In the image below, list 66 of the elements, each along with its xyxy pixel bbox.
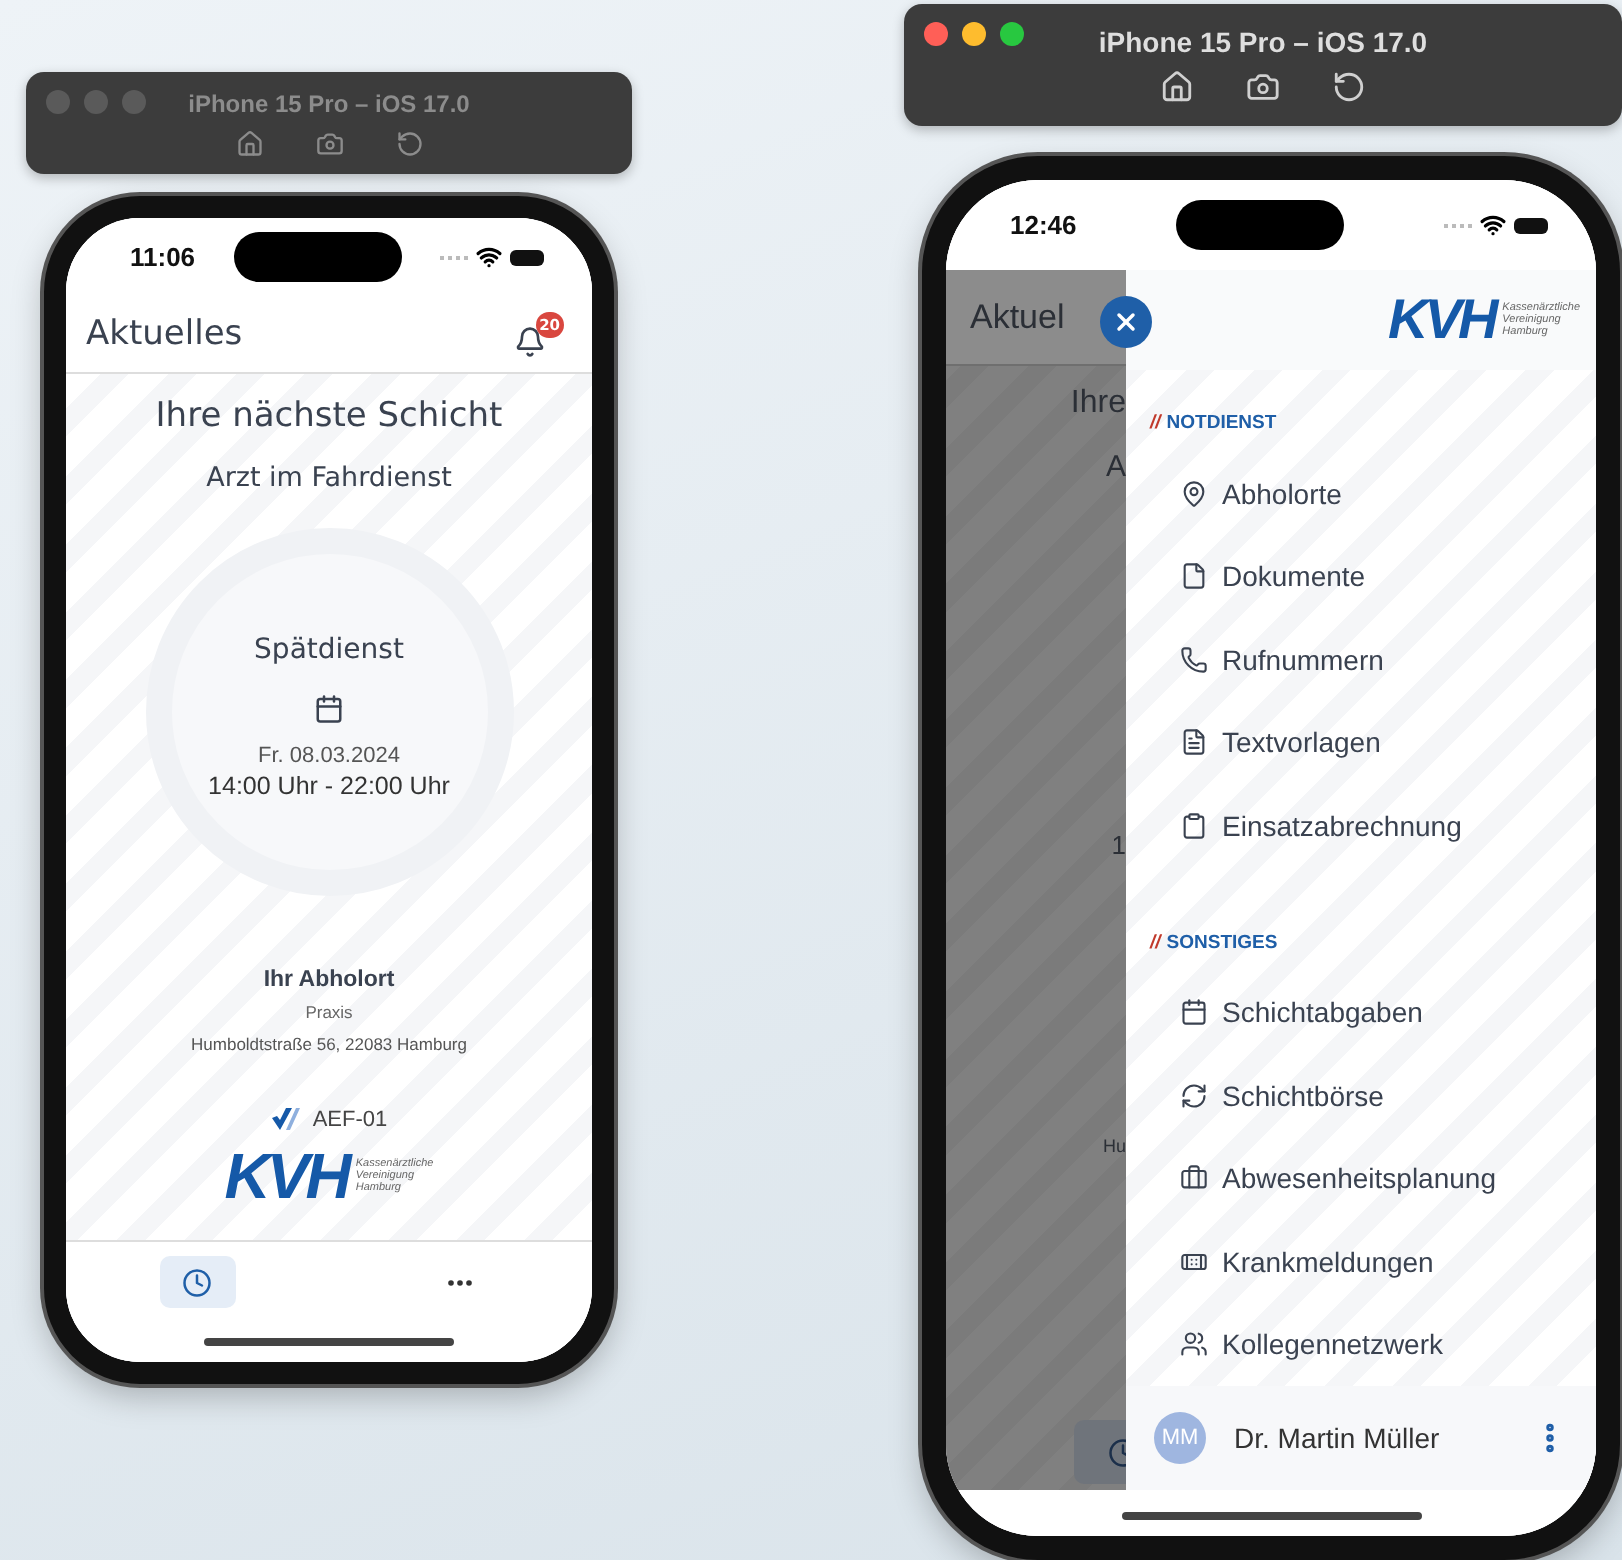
section-title: SONSTIGES (1166, 931, 1278, 953)
rotate-icon[interactable] (395, 129, 423, 157)
section-heading: Ihre nächste Schicht (155, 396, 503, 436)
window-control[interactable] (924, 22, 948, 46)
window-control[interactable] (1000, 22, 1024, 46)
menu-item[interactable]: Schichtbörse (1150, 1054, 1572, 1137)
check-logo-icon (270, 1106, 303, 1132)
calendar-icon (314, 694, 344, 724)
menu-item[interactable]: Krankmeldungen (1150, 1220, 1572, 1303)
clock-tab[interactable] (1074, 1420, 1126, 1484)
shift-name: Spätdienst (254, 634, 404, 666)
text-fragment: 1 (1111, 830, 1126, 860)
calendar-icon (1180, 998, 1208, 1027)
menu-item[interactable]: Dokumente (1150, 535, 1572, 618)
clock-icon (182, 1267, 213, 1297)
text-document-icon (1180, 728, 1208, 757)
pickup-heading: Ihr Abholort (263, 968, 395, 992)
rotate-icon[interactable] (1332, 70, 1366, 104)
shift-time: 14:00 Uhr - 22:00 Uhr (208, 772, 450, 800)
document-icon (1180, 562, 1208, 591)
close-icon (1112, 308, 1140, 336)
camera-icon[interactable] (1246, 70, 1280, 104)
pickup-address: Humboldtstraße 56, 22083 Hamburg (191, 1034, 467, 1054)
home-icon[interactable] (235, 129, 263, 157)
status-time: 12:46 (1010, 210, 1077, 240)
text-fragment: A (1105, 450, 1126, 484)
text-fragment: Ihre (1070, 386, 1126, 422)
shift-date: Fr. 08.03.2024 (258, 744, 400, 768)
user-avatar: MM (1154, 1412, 1206, 1464)
menu-item[interactable]: Einsatzabrechnung (1150, 784, 1572, 867)
menu-item[interactable]: Kollegennetzwerk (1150, 1303, 1572, 1386)
battery-icon (509, 249, 544, 265)
phone-icon (1180, 645, 1208, 674)
page-title: Aktuelles (86, 314, 243, 354)
wifi-icon (1480, 212, 1506, 238)
menu-item[interactable]: Abholorte (1150, 452, 1572, 535)
section-prefix: // (1150, 412, 1161, 434)
logo-mark: KVH (224, 1144, 348, 1208)
window-title: iPhone 15 Pro – iOS 17.0 (188, 89, 470, 117)
section-title: NOTDIENST (1166, 412, 1277, 434)
menu-item[interactable]: Abwesenheitsplanung (1150, 1137, 1572, 1220)
pickup-place: Praxis (305, 1002, 353, 1022)
people-icon (1180, 1330, 1208, 1359)
window-title: iPhone 15 Pro – iOS 17.0 (1098, 26, 1428, 58)
briefcase-icon (1180, 1164, 1208, 1193)
vehicle-code: AEF-01 (312, 1107, 388, 1131)
clipboard-icon (1180, 811, 1208, 840)
user-name: Dr. Martin Müller (1234, 1422, 1442, 1454)
pin-icon (1180, 479, 1208, 508)
window-control[interactable] (962, 22, 986, 46)
wifi-icon (475, 244, 502, 270)
battery-icon (1514, 217, 1548, 233)
camera-icon[interactable] (315, 129, 343, 157)
status-time: 11:06 (130, 242, 196, 272)
clock-tab[interactable] (159, 1256, 236, 1308)
refresh-icon (1180, 1081, 1208, 1110)
text-fragment: Hu (1102, 1136, 1126, 1156)
menu-item[interactable]: Rufnummern (1150, 618, 1572, 701)
logo-mark: KVH (1388, 292, 1495, 348)
shift-role: Arzt im Fahrdienst (206, 462, 452, 494)
section-prefix: // (1150, 931, 1161, 953)
home-icon[interactable] (1160, 70, 1194, 104)
page-title: Aktuel (970, 297, 1065, 337)
menu-item[interactable]: Schichtabgaben (1150, 971, 1572, 1054)
menu-item[interactable]: Textvorlagen (1150, 701, 1572, 784)
more-icon (448, 1279, 473, 1285)
